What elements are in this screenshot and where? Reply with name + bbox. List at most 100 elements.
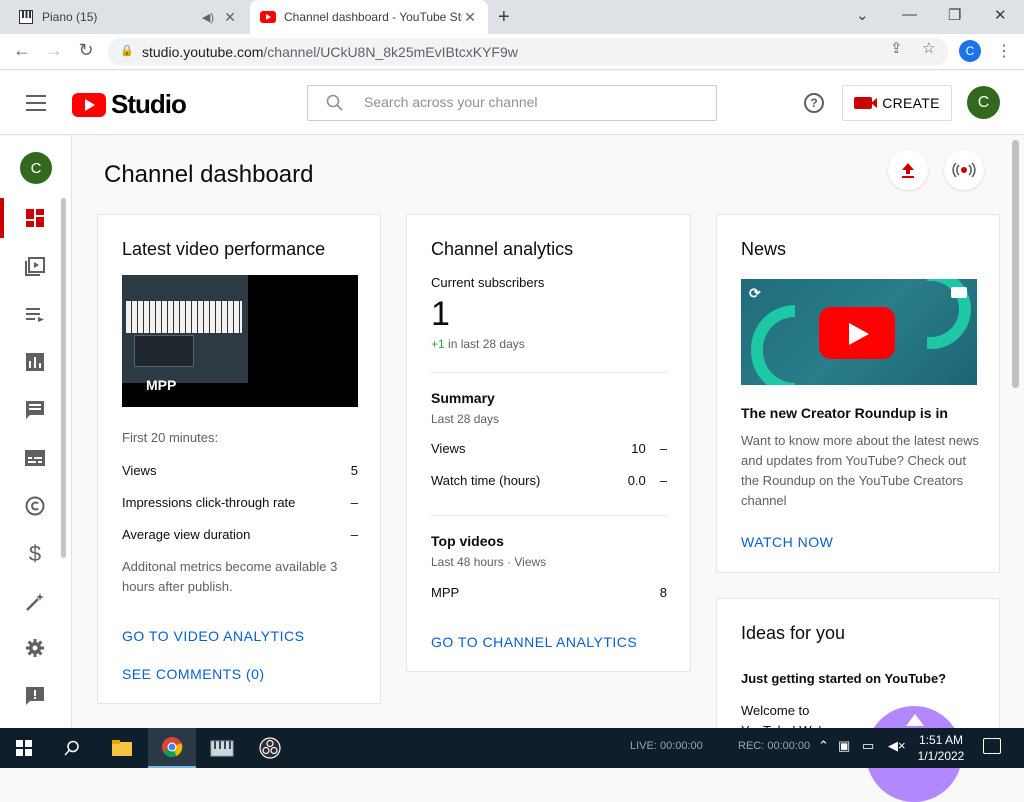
ideas-card: Ideas for you Just getting started on Yo… [716, 598, 1000, 738]
close-tab-icon[interactable]: ✕ [222, 9, 238, 26]
youtube-logo-icon [72, 92, 106, 117]
tab-piano[interactable]: Piano (15) ◀) ✕ [8, 0, 248, 34]
channel-avatar[interactable]: C [20, 152, 52, 184]
obs-icon [259, 737, 281, 759]
tray-chevron-up-icon[interactable]: ⌃ [818, 738, 829, 754]
windows-logo-icon [16, 740, 32, 756]
main-scrollbar[interactable] [1012, 140, 1019, 388]
taskbar-piano-app[interactable] [198, 728, 246, 768]
metric-row: Views 5 [122, 463, 358, 478]
subscribers-label: Current subscribers [431, 275, 545, 290]
sidebar-item-dashboard[interactable] [0, 194, 70, 242]
tab-title: Channel dashboard - YouTube Studio [284, 10, 462, 24]
chrome-icon [162, 737, 183, 758]
url-text: studio.youtube.com/channel/UCkU8N_8k25mE… [142, 44, 518, 60]
obs-live-status: LIVE: 00:00:00 [630, 740, 703, 752]
channel-analytics-link[interactable]: GO TO CHANNEL ANALYTICS [431, 634, 637, 650]
summary-row: Watch time (hours) 0.0– [431, 473, 667, 488]
browser-tab-strip: Piano (15) ◀) ✕ Channel dashboard - YouT… [0, 0, 1024, 34]
customization-icon [26, 593, 44, 611]
analytics-icon [26, 353, 44, 371]
lock-icon[interactable]: 🔒 [120, 44, 134, 57]
taskbar-search-button[interactable] [48, 728, 96, 768]
play-button-icon [819, 307, 895, 359]
latest-video-card: Latest video performance MPP First 20 mi… [97, 214, 381, 704]
top-video-row[interactable]: MPP 8 [431, 585, 667, 600]
card-heading: Latest video performance [122, 239, 326, 259]
sidebar-item-customization[interactable] [0, 578, 70, 626]
content-icon [25, 257, 45, 276]
sidebar-item-content[interactable] [0, 242, 70, 290]
share-icon[interactable]: ⇪ [890, 39, 903, 57]
card-heading: Ideas for you [741, 623, 846, 643]
video-analytics-link[interactable]: GO TO VIDEO ANALYTICS [122, 628, 304, 644]
account-avatar[interactable]: C [967, 86, 1000, 119]
close-tab-icon[interactable]: ✕ [462, 9, 478, 26]
sidebar-item-feedback[interactable] [0, 672, 70, 720]
sidebar-item-subtitles[interactable] [0, 434, 70, 482]
studio-logo[interactable]: Studio [72, 89, 187, 120]
browser-menu-icon[interactable]: ⋮ [996, 41, 1012, 61]
volume-muted-icon[interactable]: ◀× [888, 738, 906, 754]
forward-arrow-icon[interactable]: → [42, 40, 66, 61]
watch-now-link[interactable]: WATCH NOW [741, 534, 833, 550]
video-thumbnail[interactable]: MPP [122, 275, 358, 407]
search-icon[interactable] [326, 94, 344, 117]
comments-icon [26, 401, 44, 419]
tab-channel-dashboard[interactable]: Channel dashboard - YouTube Studio ✕ [250, 0, 488, 34]
clock-time: 1:51 AM [918, 733, 964, 747]
go-live-button[interactable] [944, 150, 984, 190]
reload-icon[interactable]: ↻ [74, 40, 98, 61]
news-title: The new Creator Roundup is in [741, 405, 948, 421]
youtube-favicon-icon [260, 9, 276, 25]
summary-period: Last 28 days [431, 412, 500, 426]
page-title: Channel dashboard [104, 161, 314, 188]
rail-scrollbar[interactable] [61, 198, 66, 558]
upload-button[interactable] [888, 150, 928, 190]
start-button[interactable] [0, 728, 48, 768]
news-card: News ⟳ The new Creator Roundup is in Wan… [716, 214, 1000, 573]
create-button[interactable]: CREATE [842, 85, 952, 121]
sidebar-item-playlists[interactable] [0, 290, 70, 338]
studio-header: Studio ? CREATE C [0, 71, 1024, 135]
notifications-icon[interactable] [983, 738, 1001, 754]
tray-app-icon[interactable]: ▣ [838, 738, 850, 754]
copyright-icon [25, 496, 45, 516]
help-icon[interactable]: ? [804, 93, 824, 113]
hamburger-menu-icon[interactable] [26, 95, 46, 111]
network-icon[interactable]: ▭ [862, 738, 874, 754]
tab-search-icon[interactable]: ⌄ [856, 6, 869, 24]
sidebar-item-comments[interactable] [0, 386, 70, 434]
taskbar-file-explorer[interactable] [98, 728, 146, 768]
thumbnail-title: MPP [146, 377, 177, 393]
see-comments-link[interactable]: SEE COMMENTS (0) [122, 666, 265, 682]
search-input[interactable] [364, 94, 694, 110]
summary-title: Summary [431, 390, 495, 406]
back-arrow-icon[interactable]: ← [10, 40, 34, 61]
news-thumbnail[interactable]: ⟳ [741, 279, 977, 385]
address-bar[interactable]: 🔒 studio.youtube.com/channel/UCkU8N_8k25… [108, 38, 948, 66]
taskbar-obs[interactable] [246, 728, 294, 768]
new-tab-button[interactable]: + [498, 6, 510, 29]
sidebar-item-monetization[interactable]: $ [0, 530, 70, 578]
sidebar-item-analytics[interactable] [0, 338, 70, 386]
dashboard-icon [26, 209, 44, 227]
browser-profile-avatar[interactable]: C [959, 40, 981, 62]
sidebar-item-settings[interactable] [0, 624, 70, 672]
close-window-button[interactable]: ✕ [994, 6, 1007, 24]
sidebar-item-copyright[interactable] [0, 482, 70, 530]
bookmark-star-icon[interactable]: ☆ [922, 39, 935, 57]
card-heading: Channel analytics [431, 239, 574, 259]
taskbar-chrome[interactable] [148, 728, 196, 768]
subscribers-change: +1 in last 28 days [431, 337, 525, 351]
restore-button[interactable]: ❐ [948, 6, 961, 24]
audio-playing-icon[interactable]: ◀) [202, 11, 214, 24]
top-videos-period: Last 48 hours · Views [431, 555, 547, 569]
summary-row: Views 10– [431, 441, 667, 456]
search-box[interactable] [307, 85, 717, 121]
live-broadcast-icon [952, 162, 976, 178]
logo-text: Studio [111, 89, 187, 119]
minimize-button[interactable]: — [902, 6, 917, 23]
news-body: Want to know more about the latest news … [741, 433, 979, 508]
taskbar-clock[interactable]: 1:51 AM 1/1/2022 [916, 732, 966, 764]
